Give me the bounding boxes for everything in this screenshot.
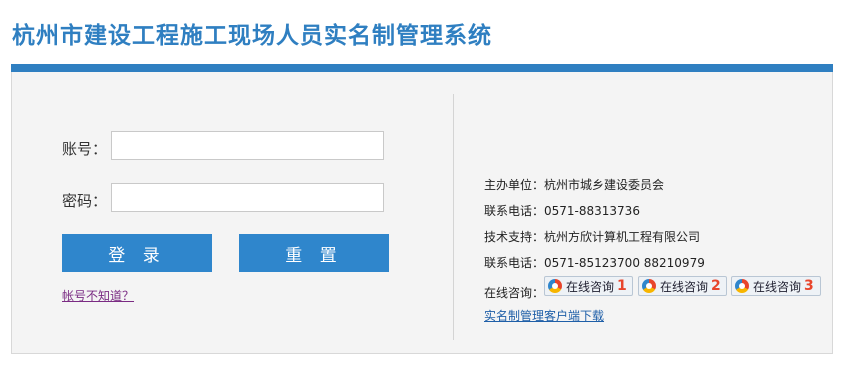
phone-text-2: 联系电话：0571-85123700 88210979	[484, 256, 705, 270]
phone-text-1: 联系电话：0571-88313736	[484, 204, 640, 218]
password-label: 密码：	[62, 192, 108, 210]
consult-button-number: 2	[711, 278, 721, 294]
reset-button[interactable]: 重 置	[239, 234, 389, 272]
consult-button-number: 3	[804, 278, 814, 294]
organizer-text: 主办单位：杭州市城乡建设委员会	[484, 178, 665, 192]
header-bar	[11, 64, 833, 72]
qq-icon	[735, 279, 749, 293]
forgot-account-link[interactable]: 帐号不知道？	[62, 287, 134, 304]
client-download-link[interactable]: 实名制管理客户端下载	[484, 307, 604, 324]
password-input[interactable]	[111, 183, 384, 212]
qq-icon	[642, 279, 656, 293]
login-button[interactable]: 登 录	[62, 234, 212, 272]
consult-button-number: 1	[617, 278, 627, 294]
consult-button-label: 在线咨询	[660, 279, 709, 294]
consult-button-label: 在线咨询	[753, 279, 802, 294]
consult-button-1[interactable]: 在线咨询 1	[544, 276, 633, 296]
account-input[interactable]	[111, 131, 384, 160]
consult-button-label: 在线咨询	[566, 279, 615, 294]
qq-icon	[548, 279, 562, 293]
consult-button-2[interactable]: 在线咨询 2	[638, 276, 727, 296]
consult-label: 在线咨询：	[484, 286, 545, 300]
login-panel	[11, 72, 833, 354]
account-label: 账号：	[62, 140, 108, 158]
panel-divider	[453, 94, 454, 340]
page-title: 杭州市建设工程施工现场人员实名制管理系统	[12, 23, 492, 49]
consult-button-3[interactable]: 在线咨询 3	[731, 276, 821, 296]
support-text: 技术支持：杭州方欣计算机工程有限公司	[484, 230, 701, 244]
